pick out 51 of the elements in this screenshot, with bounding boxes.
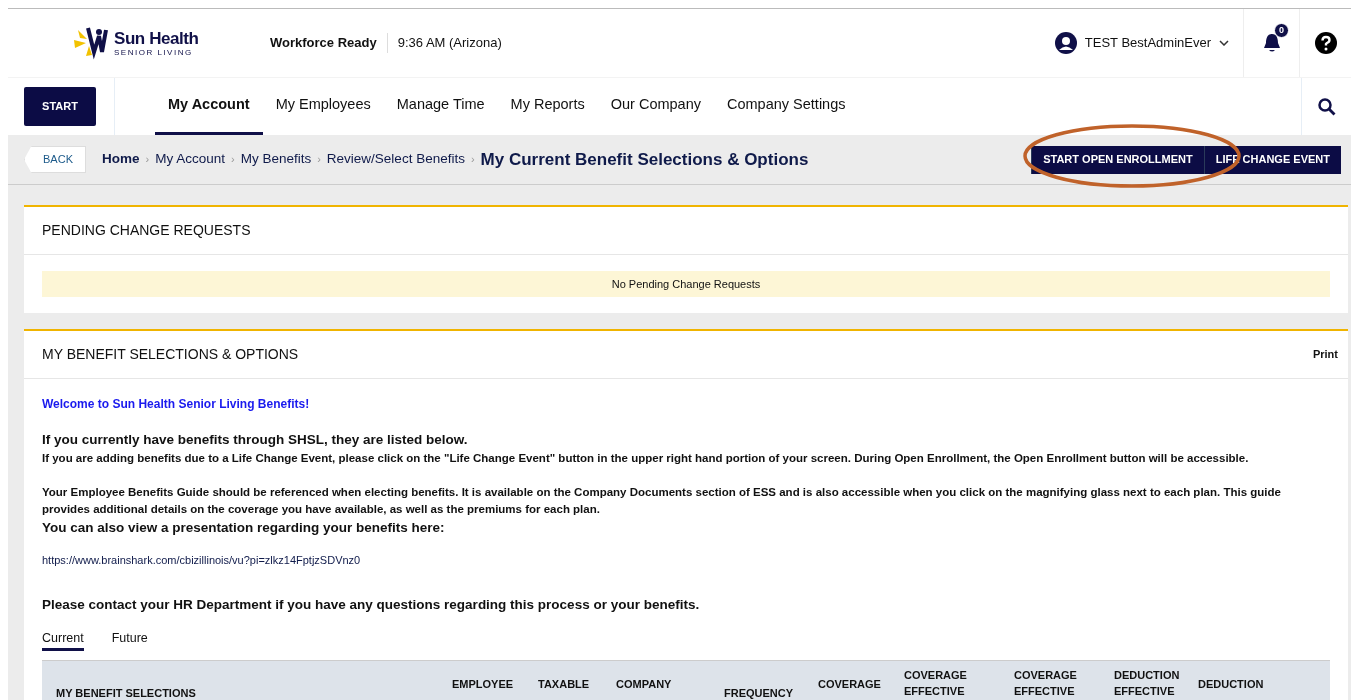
intro-heading: If you currently have benefits through SHSL, they are listed below. bbox=[42, 431, 469, 449]
search-icon[interactable] bbox=[1317, 97, 1336, 116]
time-label: 9:36 AM (Arizona) bbox=[396, 34, 502, 53]
page-title: My Current Benefit Selections & Options bbox=[480, 148, 809, 171]
action-button[interactable]: START OPEN ENROLLMENT bbox=[1031, 145, 1204, 174]
presentation-heading: You can also view a presentation regarding your benefits here: bbox=[42, 518, 446, 537]
logo-tagline: SENIOR LIVING bbox=[114, 48, 194, 57]
breadcrumb-link[interactable]: My Benefits bbox=[240, 149, 312, 170]
breadcrumb-separator: › bbox=[230, 152, 235, 168]
print-link[interactable]: Print bbox=[1312, 346, 1338, 363]
welcome-text: Welcome to Sun Health Senior Living Benefits! bbox=[42, 396, 311, 413]
notification-count: 0 bbox=[1274, 23, 1289, 38]
bell-icon[interactable] bbox=[1262, 33, 1281, 53]
column-header: TAXABLE bbox=[538, 677, 591, 693]
logo-name: Sun Health bbox=[114, 29, 199, 47]
nav-tab[interactable]: Company Settings bbox=[714, 78, 859, 135]
presentation-link[interactable]: https://www.brainshark.com/cbizillinois/vu?pi=zlkz14FptjzSDVnz0 bbox=[42, 551, 1330, 569]
column-header: DEDUCTION EFFECTIVE bbox=[1114, 668, 1181, 700]
contact-text: Please contact your HR Department if you have any questions regarding this process or your benefits. bbox=[42, 596, 701, 615]
column-header: DEDUCTION bbox=[1198, 677, 1265, 693]
column-header: COVERAGE EFFECTIVE bbox=[1014, 668, 1078, 700]
user-menu[interactable]: TEST BestAdminEver bbox=[1054, 32, 1243, 54]
view-tab[interactable]: Current bbox=[42, 628, 84, 652]
section-title: PENDING CHANGE REQUESTS bbox=[42, 221, 251, 240]
column-header: COVERAGE EFFECTIVE bbox=[904, 668, 968, 700]
chevron-icon bbox=[1219, 40, 1229, 46]
help-icon[interactable] bbox=[1314, 32, 1337, 54]
column-header: MY BENEFIT SELECTIONS bbox=[56, 686, 197, 700]
nav-tab[interactable]: My Employees bbox=[262, 78, 384, 135]
avatar-icon bbox=[1054, 32, 1077, 54]
breadcrumb-separator: › bbox=[145, 152, 150, 168]
breadcrumb-link[interactable]: My Account bbox=[155, 149, 225, 170]
nav-tab[interactable]: My Reports bbox=[497, 78, 598, 135]
empty-message: No Pending Change Requests bbox=[42, 271, 1330, 297]
column-header: COVERAGE bbox=[818, 677, 882, 693]
intro-text: If you are adding benefits due to a Life Change Event, please click on the "Life Change Event" button in the upper right hand portion of your screen. During Open Enrollment, the Open Enrollment button will be accessible. bbox=[42, 451, 1250, 467]
start-button[interactable]: START bbox=[24, 87, 96, 126]
nav-tab[interactable]: Our Company bbox=[597, 78, 714, 135]
breadcrumb-link[interactable]: Review/Select Benefits bbox=[326, 149, 465, 170]
view-tab[interactable]: Future bbox=[111, 628, 148, 652]
breadcrumb-link[interactable]: Home bbox=[102, 149, 140, 170]
breadcrumb-separator: › bbox=[470, 152, 475, 168]
column-header: EMPLOYEE bbox=[452, 677, 515, 693]
nav-tab[interactable]: Manage Time bbox=[383, 78, 498, 135]
section-title: MY BENEFIT SELECTIONS & OPTIONS bbox=[42, 345, 299, 364]
product-name: Workforce Ready bbox=[270, 33, 388, 53]
column-header: COMPANY bbox=[616, 677, 673, 693]
guide-text: Your Employee Benefits Guide should be referenced when electing benefits. It is available on the Company Documents section of ESS and is also accessible when you click on the magnifying glass next to each plan. This guide provides additional details on the coverage you have available, as well as the premiums for each plan. bbox=[42, 484, 1282, 517]
breadcrumb-separator: › bbox=[317, 152, 321, 168]
column-header: FREQUENCY bbox=[724, 686, 795, 700]
back-button[interactable]: BACK bbox=[24, 146, 86, 173]
